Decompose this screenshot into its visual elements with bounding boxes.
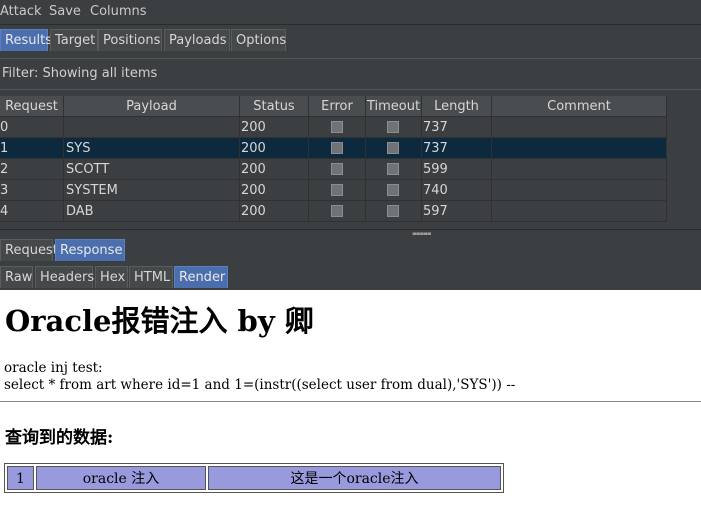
- cell-timeout: [366, 159, 422, 179]
- menu-columns[interactable]: Columns: [90, 4, 147, 19]
- timeout-checkbox[interactable]: [387, 121, 399, 133]
- cell-comment[interactable]: [492, 117, 667, 137]
- timeout-checkbox[interactable]: [387, 184, 399, 196]
- table-scrollbar[interactable]: [667, 117, 701, 229]
- cell-comment[interactable]: [492, 180, 667, 200]
- cell-status: 200: [240, 117, 309, 137]
- filter-bar[interactable]: Filter: Showing all items: [0, 58, 701, 90]
- render-title: Oracle报错注入 by 卿: [5, 304, 314, 338]
- cell-payload: SCOTT: [64, 159, 240, 179]
- cell-error: [309, 117, 366, 137]
- cell-request: 0: [0, 117, 64, 137]
- render-cell-name: oracle 注入: [36, 466, 206, 490]
- cell-payload: SYS: [64, 138, 240, 158]
- main-tab-bar: Results Target Positions Payloads Option…: [0, 25, 701, 52]
- cell-length: 597: [422, 201, 492, 221]
- column-header-request[interactable]: Request: [0, 96, 64, 117]
- cell-timeout: [366, 201, 422, 221]
- tab-html[interactable]: HTML: [129, 266, 173, 288]
- tab-hex[interactable]: Hex: [95, 266, 128, 288]
- tab-render[interactable]: Render: [174, 266, 228, 288]
- view-tab-bar: Raw Headers Hex HTML Render: [0, 262, 701, 290]
- column-header-payload[interactable]: Payload: [64, 96, 240, 117]
- tab-headers[interactable]: Headers: [35, 266, 94, 288]
- tab-target[interactable]: Target: [50, 29, 98, 51]
- tab-positions[interactable]: Positions: [98, 29, 162, 51]
- table-row[interactable]: 1 SYS 200 737: [0, 138, 667, 159]
- error-checkbox[interactable]: [330, 121, 343, 133]
- cell-comment[interactable]: [492, 201, 667, 221]
- message-tab-bar: Request Response: [0, 235, 701, 262]
- column-header-timeout[interactable]: Timeout: [366, 96, 422, 117]
- cell-timeout: [366, 138, 422, 158]
- render-cell-desc: 这是一个oracle注入: [208, 466, 501, 490]
- table-row[interactable]: 2 SCOTT 200 599: [0, 159, 667, 180]
- cell-length: 737: [422, 117, 492, 137]
- tab-results[interactable]: Results: [0, 29, 52, 51]
- cell-status: 200: [240, 180, 309, 200]
- cell-status: 200: [240, 138, 309, 158]
- error-checkbox[interactable]: [330, 184, 343, 196]
- menu-bar: Attack Save Columns: [0, 0, 701, 25]
- render-divider: [0, 401, 701, 402]
- cell-status: 200: [240, 159, 309, 179]
- cell-timeout: [366, 117, 422, 137]
- timeout-checkbox[interactable]: [387, 205, 399, 217]
- render-data-table: 1 oracle 注入 这是一个oracle注入: [4, 463, 504, 493]
- column-header-status[interactable]: Status: [240, 96, 309, 117]
- cell-length: 740: [422, 180, 492, 200]
- cell-payload: DAB: [64, 201, 240, 221]
- cell-comment[interactable]: [492, 159, 667, 179]
- menu-attack[interactable]: Attack: [0, 4, 42, 19]
- cell-timeout: [366, 180, 422, 200]
- cell-request: 1: [0, 138, 64, 158]
- tab-options[interactable]: Options: [231, 29, 286, 51]
- table-row[interactable]: 3 SYSTEM 200 740: [0, 180, 667, 201]
- tab-response[interactable]: Response: [55, 239, 125, 261]
- cell-error: [309, 201, 366, 221]
- render-line-2: select * from art where id=1 and 1=(inst…: [4, 377, 516, 393]
- cell-error: [309, 138, 366, 158]
- filter-label: Filter: Showing all items: [2, 66, 158, 81]
- menu-save[interactable]: Save: [49, 4, 81, 19]
- timeout-checkbox[interactable]: [387, 142, 399, 154]
- table-row[interactable]: 0 200 737: [0, 117, 667, 138]
- cell-status: 200: [240, 201, 309, 221]
- render-line-1: oracle inj test:: [4, 360, 103, 376]
- cell-request: 2: [0, 159, 64, 179]
- column-header-comment[interactable]: Comment: [492, 96, 667, 117]
- error-checkbox[interactable]: [330, 163, 343, 175]
- tab-request[interactable]: Request: [0, 239, 58, 261]
- timeout-checkbox[interactable]: [387, 163, 399, 175]
- tab-payloads[interactable]: Payloads: [164, 29, 230, 51]
- cell-request: 3: [0, 180, 64, 200]
- cell-request: 4: [0, 201, 64, 221]
- column-header-length[interactable]: Length: [422, 96, 492, 117]
- cell-length: 737: [422, 138, 492, 158]
- cell-comment[interactable]: [492, 138, 667, 158]
- render-subtitle: 查询到的数据:: [5, 428, 114, 448]
- render-cell-id: 1: [7, 466, 34, 490]
- cell-payload: [64, 117, 240, 137]
- tab-raw[interactable]: Raw: [0, 266, 33, 288]
- cell-length: 599: [422, 159, 492, 179]
- error-checkbox[interactable]: [330, 205, 343, 217]
- table-row[interactable]: 4 DAB 200 597: [0, 201, 667, 222]
- cell-payload: SYSTEM: [64, 180, 240, 200]
- column-header-error[interactable]: Error: [309, 96, 366, 117]
- error-checkbox[interactable]: [330, 142, 343, 154]
- cell-error: [309, 159, 366, 179]
- render-pane: Oracle报错注入 by 卿 oracle inj test: select …: [0, 290, 701, 508]
- cell-error: [309, 180, 366, 200]
